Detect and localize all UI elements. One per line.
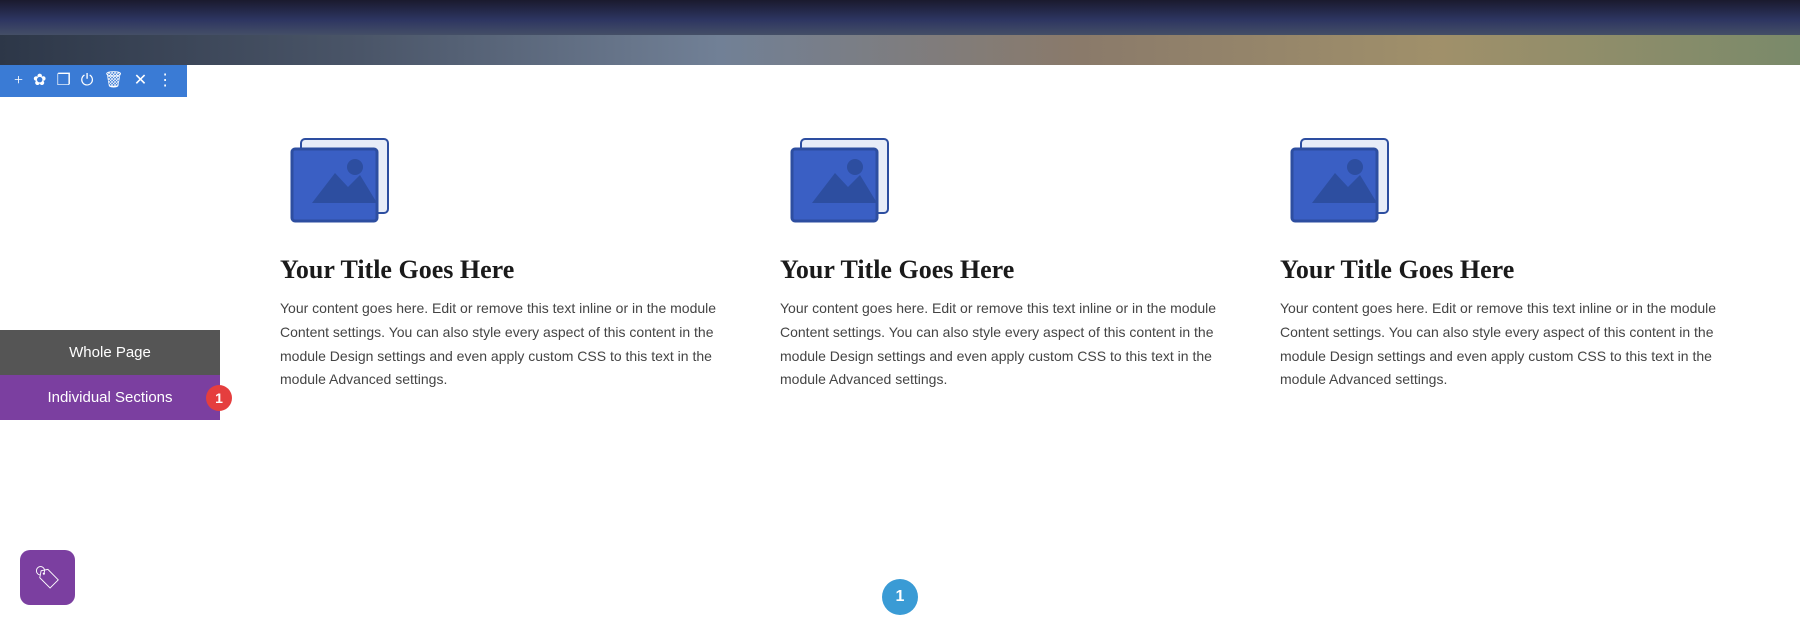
column-1: Your Title Goes Here Your content goes h… — [280, 125, 720, 392]
pagination-dot[interactable]: 1 — [882, 579, 918, 615]
col-3-text: Your content goes here. Edit or remove t… — [1280, 297, 1720, 392]
more-icon[interactable]: ⋮ — [157, 73, 173, 89]
column-3: Your Title Goes Here Your content goes h… — [1280, 125, 1720, 392]
col-2-text: Your content goes here. Edit or remove t… — [780, 297, 1220, 392]
add-icon[interactable]: + — [14, 73, 23, 89]
power-icon[interactable]: ⏻ — [81, 73, 94, 89]
image-placeholder-2 — [780, 125, 910, 235]
col-2-title: Your Title Goes Here — [780, 255, 1014, 285]
three-column-layout: Your Title Goes Here Your content goes h… — [280, 125, 1720, 392]
hero-image — [0, 0, 1800, 65]
col-1-text: Your content goes here. Edit or remove t… — [280, 297, 720, 392]
main-content: Your Title Goes Here Your content goes h… — [0, 65, 1800, 432]
tag-icon: 🏷 — [34, 565, 62, 591]
col-1-title: Your Title Goes Here — [280, 255, 514, 285]
image-placeholder-3 — [1280, 125, 1410, 235]
column-2: Your Title Goes Here Your content goes h… — [780, 125, 1220, 392]
float-action-button[interactable]: 🏷 — [20, 550, 75, 605]
col-3-title: Your Title Goes Here — [1280, 255, 1514, 285]
image-placeholder-1 — [280, 125, 410, 235]
close-icon[interactable]: ✕ — [134, 73, 147, 89]
settings-icon[interactable]: ✿ — [33, 73, 46, 89]
page-wrapper: + ✿ ❐ ⏻ 🗑 ✕ ⋮ Whole Page Individual Sect… — [0, 0, 1800, 625]
trash-icon[interactable]: 🗑 — [103, 73, 123, 89]
toolbar: + ✿ ❐ ⏻ 🗑 ✕ ⋮ — [0, 65, 187, 97]
duplicate-icon[interactable]: ❐ — [56, 73, 70, 89]
